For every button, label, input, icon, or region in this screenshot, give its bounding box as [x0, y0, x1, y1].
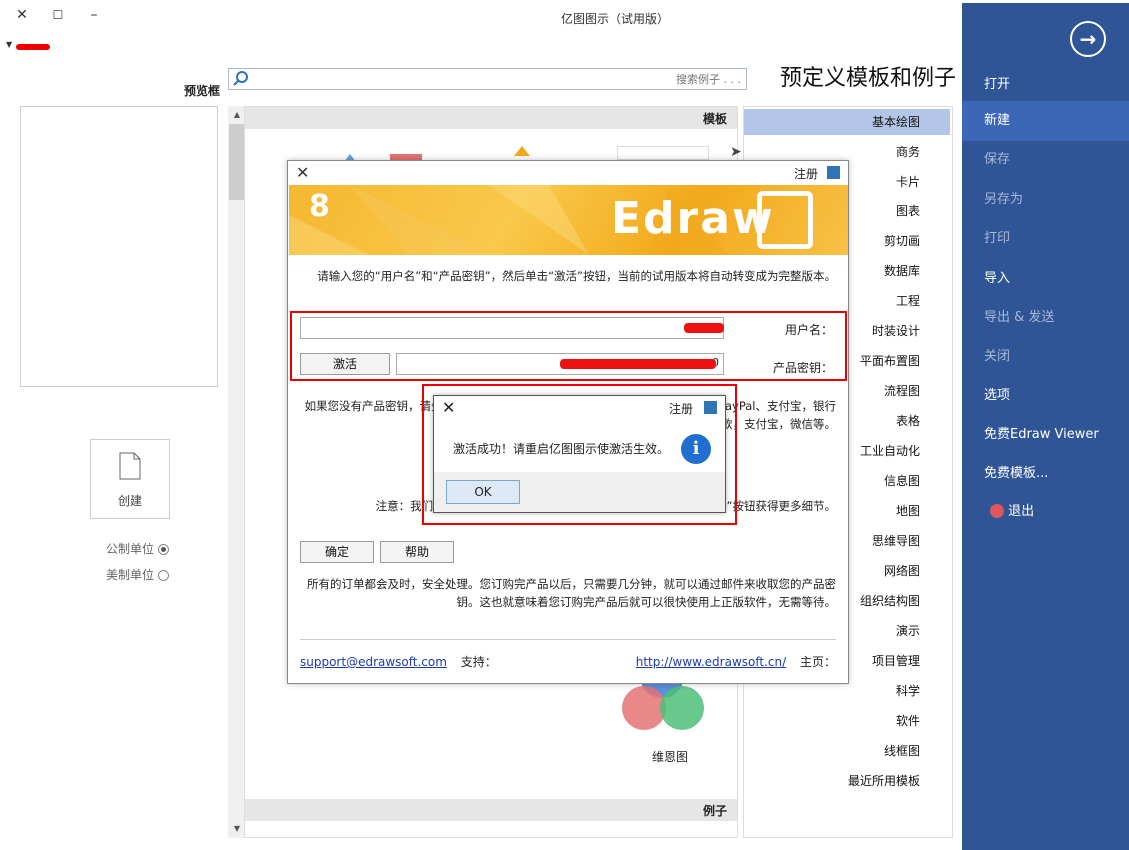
close-icon[interactable]: ✕	[296, 163, 309, 182]
create-label: 创建	[117, 494, 142, 508]
preview-label: 预览框	[183, 84, 220, 98]
examples-section-header: 例子	[245, 799, 737, 821]
back-arrow-icon[interactable]: →	[1070, 21, 1106, 57]
page-title: 预定义模板和例子	[779, 66, 956, 91]
homepage-info: http://www.edrawsoft.cn/ 主页：	[636, 653, 836, 670]
quick-access-dropdown-icon[interactable]: ▼	[6, 40, 12, 49]
activation-message-dialog: ✕ 注册 i 激活成功！请重启亿图图示使激活生效。 OK	[433, 395, 726, 513]
venn-template-label[interactable]: 维恩图	[640, 748, 700, 765]
unit-metric-label: 公制单位	[106, 542, 155, 556]
menu-export-send[interactable]: 导出 & 发送	[962, 298, 1129, 338]
create-button[interactable]: 创建	[90, 439, 170, 519]
menu-new-label: 新建	[984, 113, 1011, 128]
menu-save-label: 保存	[984, 152, 1011, 167]
ok-button[interactable]: OK	[446, 480, 520, 504]
unit-us-option[interactable]: 美制单位	[106, 566, 170, 583]
register-form-highlight: 用户名： 产品密钥： 激活 0	[290, 311, 847, 381]
menu-free-templates[interactable]: 免费模板...	[962, 454, 1129, 494]
menu-print[interactable]: 打印	[962, 219, 1129, 259]
scroll-down-icon[interactable]: ▼	[232, 824, 242, 833]
template-scrollbar[interactable]	[228, 106, 245, 838]
confirm-button[interactable]: 确定	[300, 541, 374, 563]
search-icon[interactable]	[232, 70, 250, 88]
support-info: support@edrawsoft.com 支持：	[300, 653, 497, 670]
username-field[interactable]	[300, 317, 724, 339]
menu-free-templates-label: 免费模板...	[984, 466, 1049, 481]
menu-import-label: 导入	[984, 271, 1011, 286]
activation-message: 激活成功！请重启亿图图示使激活生效。	[452, 442, 669, 456]
category-item[interactable]: 软件	[744, 708, 950, 734]
menu-import[interactable]: 导入	[962, 259, 1129, 299]
minimize-window-button[interactable]: –	[82, 3, 106, 27]
menu-print-label: 打印	[984, 231, 1011, 246]
help-button[interactable]: 帮助	[380, 541, 454, 563]
category-item[interactable]: 最近所用模板	[744, 768, 950, 794]
banner-version: 8	[309, 189, 330, 224]
exit-icon	[990, 503, 1004, 518]
examples-section-label: 例子	[702, 804, 727, 818]
templates-section-label: 模板	[702, 112, 727, 126]
register-dialog-titlebar: ✕ 注册	[288, 161, 848, 185]
unit-us-radio[interactable]	[158, 570, 170, 581]
close-icon[interactable]: ✕	[442, 398, 455, 417]
search-box[interactable]	[228, 68, 747, 90]
unit-us-label: 美制单位	[106, 568, 155, 582]
menu-save-as[interactable]: 另存为	[962, 180, 1129, 220]
menu-edraw-viewer[interactable]: 免费Edraw Viewer	[962, 415, 1129, 455]
new-document-icon	[119, 452, 141, 480]
username-label: 用户名：	[784, 323, 833, 337]
edraw-logo-icon	[757, 191, 813, 249]
menu-new[interactable]: 新建	[962, 101, 1129, 141]
footer-divider	[300, 639, 836, 640]
support-email-link[interactable]: support@edrawsoft.com	[300, 655, 447, 669]
redacted-username	[684, 323, 724, 333]
info-icon: i	[681, 434, 711, 464]
banner-brand: Edraw	[611, 193, 775, 244]
menu-options[interactable]: 选项	[962, 376, 1129, 416]
edraw-app-icon	[827, 166, 840, 179]
redacted-product-key	[560, 359, 716, 369]
edraw-app-icon	[704, 401, 717, 414]
menu-close-label: 关闭	[984, 349, 1011, 364]
product-key-label: 产品密钥：	[772, 361, 833, 375]
close-window-button[interactable]: ✕	[10, 3, 34, 27]
file-menu-sidebar: → 打开 新建 保存 另存为 打印 导入 导出 & 发送 关闭 选项 免费Edr…	[962, 3, 1129, 850]
order-paragraph: 所有的订单都会及时，安全处理。您订购完产品以后，只需要几分钟，就可以通过邮件来收…	[307, 577, 836, 609]
template-thumbnail-shape	[514, 146, 530, 156]
venn-circle-green	[660, 686, 704, 730]
support-label: 支持：	[460, 655, 497, 669]
homepage-link[interactable]: http://www.edrawsoft.cn/	[636, 655, 786, 669]
edraw-banner: 8 Edraw	[289, 185, 848, 255]
template-scrollbar-thumb[interactable]	[229, 124, 244, 200]
activate-button[interactable]: 激活	[300, 353, 390, 375]
unit-metric-option[interactable]: 公制单位	[106, 540, 170, 557]
message-dialog-title: 注册	[668, 402, 693, 416]
unit-metric-radio[interactable]	[158, 544, 170, 555]
register-dialog-title: 注册	[793, 167, 818, 181]
category-item[interactable]: 基本绘图	[744, 109, 950, 135]
menu-exit-label: 退出	[1008, 504, 1035, 519]
app-title: 亿图图示（试用版）	[560, 12, 669, 26]
homepage-label: 主页：	[799, 655, 836, 669]
templates-section-header: 模板	[245, 107, 737, 129]
redacted-mark	[16, 44, 50, 50]
restore-window-button[interactable]: ☐	[46, 3, 70, 27]
cursor-icon: ➤	[730, 144, 742, 160]
register-instruction: 请输入您的“用户名”和“产品密钥”，然后单击“激活”按钮，当前的试用版本将自动转…	[317, 269, 836, 283]
scroll-up-icon[interactable]: ▲	[232, 110, 242, 119]
menu-save[interactable]: 保存	[962, 140, 1129, 180]
menu-exit[interactable]: 退出	[962, 492, 1129, 532]
menu-save-as-label: 另存为	[984, 192, 1024, 207]
category-item[interactable]: 线框图	[744, 738, 950, 764]
menu-edraw-viewer-label: 免费Edraw Viewer	[984, 427, 1099, 442]
menu-export-send-label: 导出 & 发送	[984, 310, 1055, 325]
search-input[interactable]	[251, 71, 741, 87]
menu-close[interactable]: 关闭	[962, 337, 1129, 377]
message-dialog-footer: OK	[434, 472, 725, 512]
menu-open[interactable]: 打开	[962, 65, 1129, 105]
menu-options-label: 选项	[984, 388, 1011, 403]
menu-open-label: 打开	[984, 77, 1011, 92]
preview-box	[20, 106, 218, 387]
template-thumbnail-shape	[617, 146, 709, 160]
